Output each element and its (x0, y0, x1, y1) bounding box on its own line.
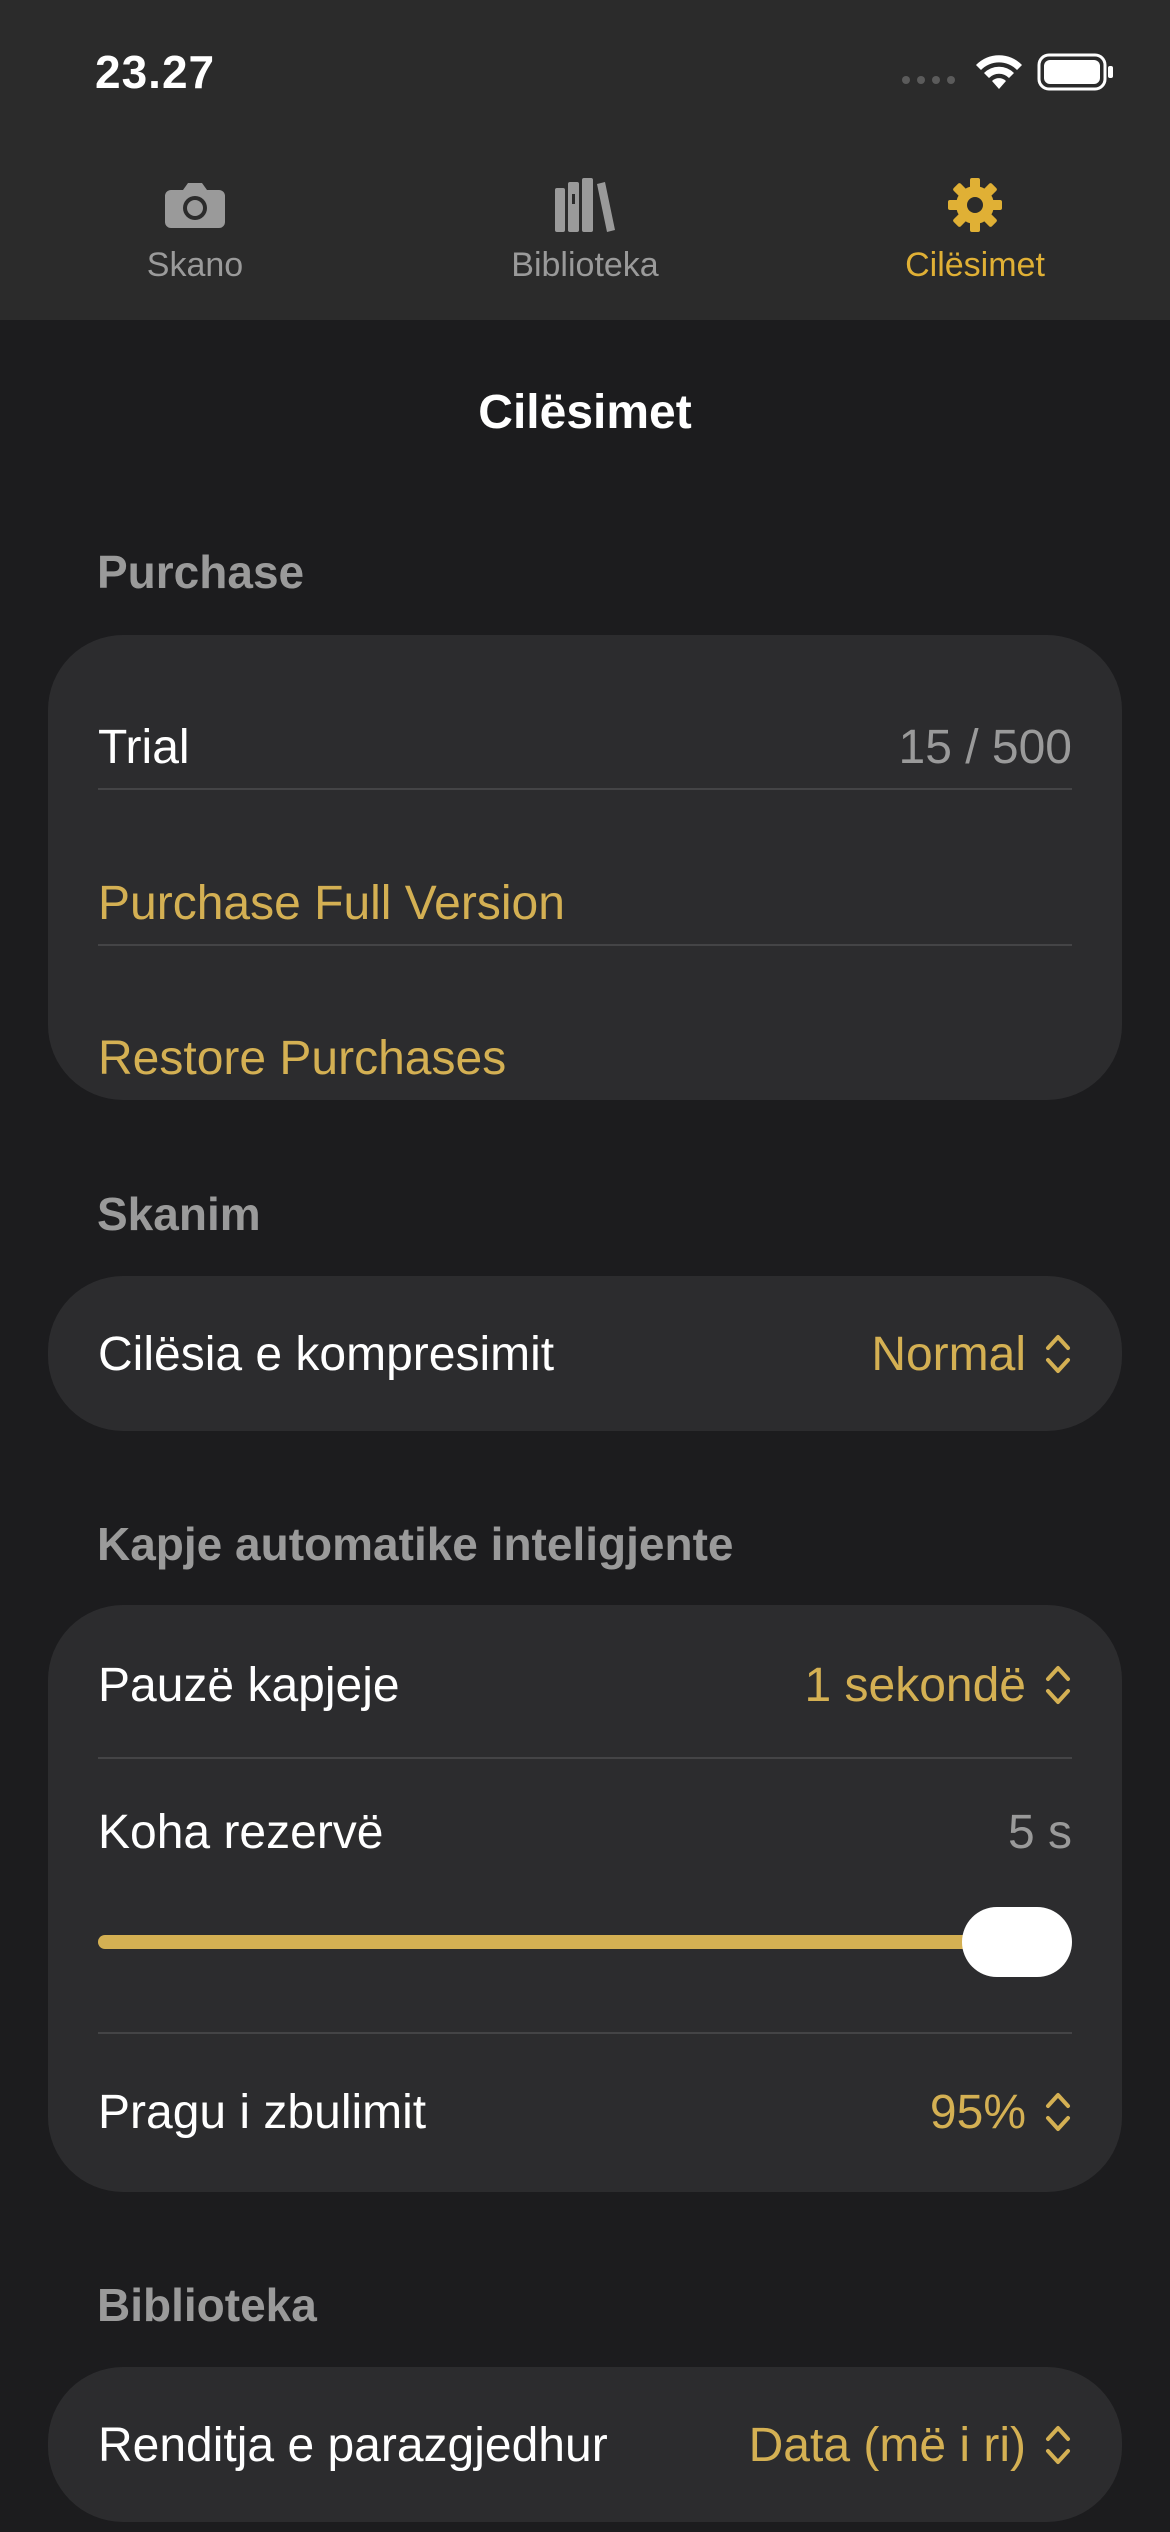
tab-bar: Skano Biblioteka Cilësimet (0, 150, 1170, 320)
tab-scan-label: Skano (146, 246, 244, 284)
capture-pause-picker[interactable]: 1 sekondë (804, 1658, 1072, 1713)
section-header-scan: Skanim (97, 1188, 261, 1240)
compression-row[interactable]: Cilësia e kompresimit Normal (98, 1294, 1072, 1414)
status-time: 23.27 (95, 46, 216, 98)
restore-purchases-label: Restore Purchases (98, 1031, 507, 1085)
backup-time-row: Koha rezervë 5 s (98, 1777, 1072, 1887)
default-sort-row[interactable]: Renditja e parazgjedhur Data (më i ri) (98, 2385, 1072, 2505)
backup-time-value: 5 s (1007, 1805, 1072, 1859)
detection-threshold-value: 95% (929, 2085, 1026, 2139)
default-sort-value: Data (më i ri) (748, 2418, 1026, 2472)
chevron-up-down-icon (1046, 1335, 1070, 1373)
purchase-card: Trial 15 / 500 Purchase Full Version Res… (48, 635, 1122, 1100)
backup-time-slider-track[interactable] (98, 1935, 1038, 1949)
chevron-up-down-icon (1046, 2426, 1070, 2464)
default-sort-label: Renditja e parazgjedhur (98, 2418, 608, 2472)
compression-label: Cilësia e kompresimit (98, 1327, 555, 1381)
chevron-up-down-icon (1046, 1666, 1070, 1704)
detection-threshold-picker[interactable]: 95% (930, 2085, 1072, 2140)
trial-label: Trial (98, 720, 190, 774)
capture-pause-label: Pauzë kapjeje (98, 1658, 400, 1712)
tab-library-label: Biblioteka (511, 246, 659, 284)
tab-settings[interactable]: Cilësimet (825, 170, 1125, 310)
divider (98, 788, 1072, 790)
capture-pause-value: 1 sekondë (804, 1658, 1026, 1712)
gear-icon (948, 178, 1002, 232)
scan-card: Cilësia e kompresimit Normal (48, 1276, 1122, 1431)
books-icon (555, 178, 615, 232)
status-icons (902, 52, 1115, 92)
wifi-icon (976, 55, 1022, 89)
status-bar: 23.27 (0, 0, 1170, 150)
autocapture-card: Pauzë kapjeje 1 sekondë Koha rezervë 5 s… (48, 1605, 1122, 2192)
trial-value: 15 / 500 (898, 720, 1072, 774)
compression-value: Normal (871, 1327, 1026, 1381)
cellular-signal-icon (902, 76, 955, 84)
chevron-up-down-icon (1046, 2093, 1070, 2131)
section-header-purchase: Purchase (97, 546, 305, 598)
restore-purchases-button[interactable]: Restore Purchases (98, 998, 1072, 1118)
tab-scan[interactable]: Skano (45, 170, 345, 310)
detection-threshold-label: Pragu i zbulimit (98, 2085, 427, 2139)
divider (98, 2032, 1072, 2034)
tab-library[interactable]: Biblioteka (435, 170, 735, 310)
divider (98, 944, 1072, 946)
section-header-autocapture: Kapje automatike inteligjente (97, 1518, 734, 1570)
purchase-full-version-label: Purchase Full Version (98, 876, 565, 930)
page-title: Cilësimet (478, 386, 692, 439)
detection-threshold-row[interactable]: Pragu i zbulimit 95% (98, 2052, 1072, 2172)
tab-settings-label: Cilësimet (905, 246, 1045, 284)
battery-icon (1037, 53, 1113, 91)
divider (98, 1757, 1072, 1759)
backup-time-slider-thumb[interactable] (962, 1907, 1072, 1977)
library-card: Renditja e parazgjedhur Data (më i ri) (48, 2367, 1122, 2522)
camera-icon (165, 183, 225, 228)
compression-picker[interactable]: Normal (871, 1327, 1072, 1382)
capture-pause-row[interactable]: Pauzë kapjeje 1 sekondë (98, 1625, 1072, 1745)
default-sort-picker[interactable]: Data (më i ri) (749, 2418, 1072, 2473)
backup-time-label: Koha rezervë (98, 1805, 384, 1859)
section-header-library: Biblioteka (97, 2279, 317, 2331)
